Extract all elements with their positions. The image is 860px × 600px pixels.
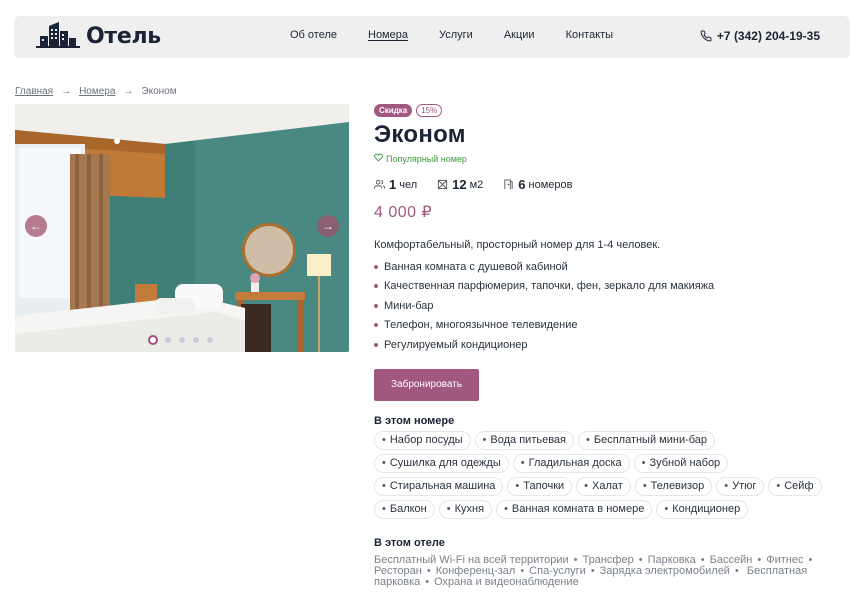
nav-rooms[interactable]: Номера: [368, 29, 408, 41]
room-price: 4 000 ₽: [374, 204, 433, 221]
area-icon: [438, 179, 448, 190]
sale-badge: Скидка: [374, 104, 413, 117]
feature-text: Телефон, многоязычное телевидение: [384, 319, 578, 332]
area-stat: 12 м2: [437, 177, 483, 192]
feature-item: Качественная парфюмерия, тапочки, фен, з…: [374, 277, 834, 297]
heart-icon: [374, 153, 383, 164]
gallery-next-button[interactable]: →: [317, 215, 339, 237]
popular-label: Популярный номер: [374, 153, 834, 164]
amenity-chip: Бесплатный мини-бар: [578, 430, 716, 450]
rooms-stat: 6 номеров: [503, 177, 572, 192]
main-nav: Об отеле Номера Услуги Акции Контакты: [290, 29, 644, 41]
amenity-chip: Вода питьевая: [474, 430, 574, 450]
amenity-chip: Утюг: [716, 476, 765, 496]
breadcrumb-home[interactable]: Главная: [15, 86, 53, 97]
breadcrumb: Главная → Номера → Эконом: [15, 86, 177, 97]
arrow-right-icon: →: [123, 86, 134, 97]
hotel-amenity: Зарядка электромобилей: [599, 564, 730, 577]
in-room-title: В этом номере: [374, 414, 455, 427]
room-details: Скидка 15% Эконом Популярный номер 1 чел…: [374, 104, 834, 588]
nav-contacts[interactable]: Контакты: [566, 29, 614, 41]
feature-text: Мини-бар: [384, 299, 434, 312]
room-description: Комфортабельный, просторный номер для 1-…: [374, 239, 661, 251]
site-header: Отель Об отеле Номера Услуги Акции Конта…: [14, 16, 850, 58]
bullet-icon: [374, 342, 378, 347]
badges: Скидка 15%: [374, 104, 834, 117]
bullet-icon: [374, 323, 378, 328]
bullet-icon: [374, 284, 378, 289]
area-value: 12: [452, 177, 467, 192]
gallery-dot-5[interactable]: [207, 337, 213, 343]
building-logo-icon: [36, 22, 80, 48]
arrow-right-icon: →: [322, 219, 334, 233]
amenity-chip: Телевизор: [634, 476, 713, 496]
gallery-dot-4[interactable]: [193, 337, 199, 343]
amenity-chip: Сейф: [768, 476, 822, 496]
breadcrumb-rooms[interactable]: Номера: [79, 86, 115, 97]
bullet-icon: [374, 303, 378, 308]
feature-item: Мини-бар: [374, 296, 834, 316]
feature-text: Регулируемый кондиционер: [384, 338, 528, 351]
area-unit: м2: [469, 178, 484, 191]
amenity-chip: Стиральная машина: [374, 476, 504, 496]
amenity-chip: Халат: [576, 476, 631, 496]
nav-promotions[interactable]: Акции: [504, 29, 535, 41]
amenity-chip: Тапочки: [507, 476, 573, 496]
gallery-dot-3[interactable]: [179, 337, 185, 343]
hotel-amenity: Охрана и видеонаблюдение: [434, 575, 579, 588]
nav-about[interactable]: Об отеле: [290, 29, 337, 41]
rooms-value: 6: [518, 177, 526, 192]
phone-link[interactable]: +7 (342) 204-19-35: [700, 29, 820, 43]
in-hotel-amenities: Бесплатный Wi-Fi на всей территории • Тран…: [374, 553, 829, 588]
dot-separator: •: [426, 564, 431, 577]
amenity-chip: Зубной набор: [633, 453, 729, 473]
book-button[interactable]: Забронировать: [374, 368, 479, 401]
room-title: Эконом: [374, 121, 466, 148]
guests-stat: 1 чел: [374, 177, 417, 192]
room-photo: [15, 104, 349, 352]
amenity-chip: Набор посуды: [374, 430, 471, 450]
feature-item: Телефон, многоязычное телевидение: [374, 316, 834, 336]
amenity-chip: Сушилка для одежды: [374, 453, 509, 473]
dot-separator: •: [734, 564, 739, 577]
feature-item: Регулируемый кондиционер: [374, 335, 834, 355]
arrow-right-icon: →: [61, 86, 72, 97]
popular-text: Популярный номер: [386, 153, 467, 164]
door-icon: [504, 179, 513, 190]
amenity-chip: Гладильная доска: [512, 453, 630, 473]
amenity-chip: Кондиционер: [656, 499, 749, 519]
amenity-chip: Балкон: [374, 499, 435, 519]
amenity-chip: Ванная комната в номере: [496, 499, 653, 519]
in-room-amenities: Набор посуды Вода питьевая Бесплатный ми…: [374, 430, 834, 523]
feature-text: Качественная парфюмерия, тапочки, фен, з…: [384, 280, 715, 293]
guests-unit: чел: [399, 178, 418, 191]
gallery-pagination: [148, 335, 221, 345]
phone-icon: [700, 30, 712, 42]
breadcrumb-current: Эконом: [141, 86, 177, 97]
room-photo-gallery[interactable]: ← →: [15, 104, 349, 352]
logo-text: Отель: [86, 23, 161, 49]
gallery-dot-2[interactable]: [165, 337, 171, 343]
room-stats: 1 чел 12 м2 6 номеров: [374, 177, 834, 192]
feature-text: Ванная комната с душевой кабиной: [384, 260, 568, 273]
feature-item: Ванная комната с душевой кабиной: [374, 257, 834, 277]
bullet-icon: [374, 264, 378, 269]
dot-separator: •: [425, 575, 430, 588]
rooms-unit: номеров: [528, 178, 573, 191]
discount-badge: 15%: [416, 104, 443, 117]
arrow-left-icon: ←: [30, 219, 42, 233]
dot-separator: •: [808, 553, 813, 566]
dot-separator: •: [590, 564, 595, 577]
gallery-prev-button[interactable]: ←: [25, 215, 47, 237]
phone-number: +7 (342) 204-19-35: [716, 29, 820, 43]
nav-services[interactable]: Услуги: [439, 29, 473, 41]
feature-list: Ванная комната с душевой кабиной Качеств…: [374, 257, 834, 355]
guests-value: 1: [389, 177, 397, 192]
logo[interactable]: Отель: [36, 22, 161, 50]
people-icon: [374, 179, 385, 189]
in-hotel-title: В этом отеле: [374, 536, 445, 549]
amenity-chip: Кухня: [438, 499, 493, 519]
gallery-dot-1[interactable]: [148, 335, 158, 345]
